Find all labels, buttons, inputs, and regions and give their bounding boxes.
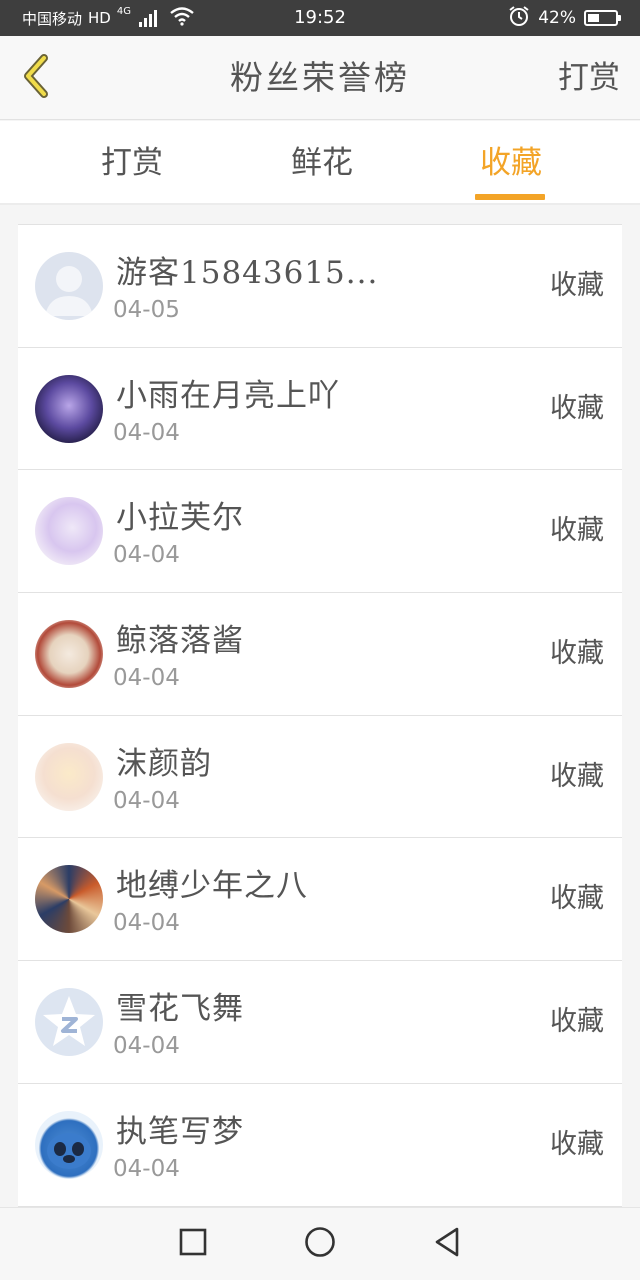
tab-flowers[interactable]: 鲜花	[270, 121, 374, 203]
item-action-label: 收藏	[550, 1128, 604, 1160]
fan-list: 游客15843615... 04-05 收藏 小雨在月亮上吖 04-04 收藏 …	[18, 224, 622, 1207]
item-action-label: 收藏	[550, 270, 604, 301]
tab-favorites[interactable]: 收藏	[462, 121, 560, 203]
system-nav-bar	[0, 1207, 640, 1280]
item-date: 04-04	[113, 787, 180, 814]
recents-button[interactable]	[177, 1228, 209, 1260]
chevron-left-icon	[20, 52, 52, 104]
item-date: 04-04	[113, 1033, 180, 1060]
status-bar: 中国移动 HD 4G 19:52 42%	[0, 0, 640, 36]
item-action-label: 收藏	[550, 760, 604, 792]
list-item[interactable]: 执笔写梦 04-04 收藏	[18, 1083, 622, 1207]
user-name: 雪花飞舞	[116, 991, 244, 1028]
anime-avatar	[35, 620, 103, 689]
user-name: 小雨在月亮上吖	[116, 377, 340, 414]
nav-back-button[interactable]	[431, 1226, 463, 1262]
anime-avatar	[35, 865, 103, 934]
page-title: 粉丝荣誉榜	[230, 58, 410, 97]
item-date: 04-05	[113, 297, 180, 323]
user-name: 鲸落落酱	[116, 623, 244, 660]
user-name: 执笔写梦	[116, 1113, 244, 1150]
item-date: 04-04	[113, 665, 180, 692]
user-name: 小拉芙尔	[116, 500, 244, 537]
default-avatar	[35, 252, 103, 320]
home-button[interactable]	[304, 1226, 336, 1262]
list-item[interactable]: 游客15843615... 04-05 收藏	[18, 225, 622, 348]
item-action-label: 收藏	[550, 883, 604, 915]
square-icon	[179, 1228, 207, 1260]
list-item[interactable]: 雪花飞舞 04-04 收藏	[18, 961, 622, 1084]
tab-bar: 打赏 鲜花 收藏	[0, 121, 640, 205]
item-date: 04-04	[113, 910, 180, 937]
item-action-label: 收藏	[550, 392, 604, 424]
back-button[interactable]	[12, 52, 60, 104]
user-name: 沫颜韵	[116, 745, 212, 782]
list-item[interactable]: 沫颜韵 04-04 收藏	[18, 715, 622, 839]
battery-label: 42%	[538, 8, 576, 28]
status-right: 42%	[508, 0, 621, 36]
battery-icon	[584, 10, 621, 26]
item-action-label: 收藏	[550, 515, 604, 547]
list-item[interactable]: 地缚少年之八 04-04 收藏	[18, 838, 622, 962]
tab-tip[interactable]: 打赏	[80, 121, 184, 203]
list-item[interactable]: 小拉芙尔 04-04 收藏	[18, 470, 622, 594]
user-name: 游客15843615...	[116, 255, 379, 291]
qq-avatar	[35, 988, 103, 1057]
item-action-label: 收藏	[550, 1006, 604, 1038]
tip-button[interactable]: 打赏	[558, 36, 620, 120]
active-tab-indicator	[475, 194, 545, 200]
app-header: 粉丝荣誉榜 打赏	[0, 36, 640, 120]
list-item[interactable]: 小雨在月亮上吖 04-04 收藏	[18, 347, 622, 471]
anime-avatar	[35, 374, 103, 443]
stitch-avatar	[35, 1110, 103, 1179]
triangle-back-icon	[433, 1226, 461, 1262]
anime-avatar	[35, 497, 103, 566]
item-date: 04-04	[113, 1155, 180, 1182]
item-date: 04-04	[113, 542, 180, 569]
alarm-icon	[508, 5, 530, 32]
item-date: 04-04	[113, 419, 180, 446]
user-name: 地缚少年之八	[116, 868, 308, 905]
list-item[interactable]: 鲸落落酱 04-04 收藏	[18, 593, 622, 716]
circle-icon	[304, 1226, 336, 1262]
item-action-label: 收藏	[550, 638, 604, 670]
battery-level	[588, 14, 599, 22]
anime-avatar	[35, 742, 103, 811]
